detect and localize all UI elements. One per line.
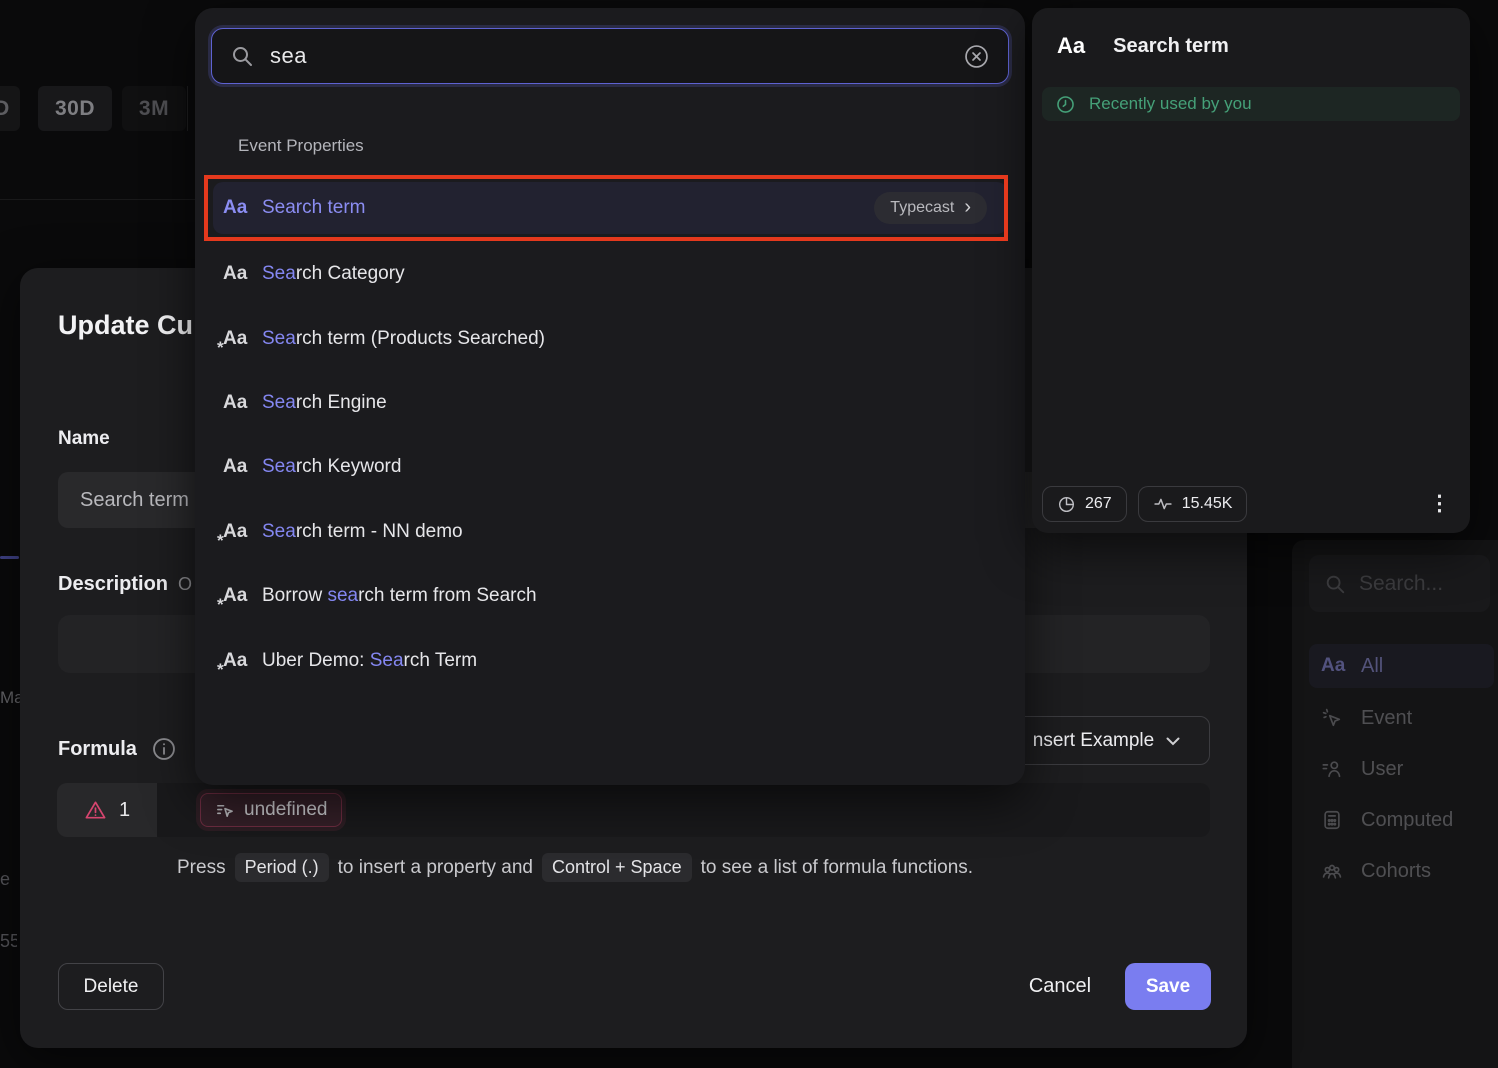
calculator-icon [1321, 809, 1345, 831]
pulse-icon [1153, 494, 1173, 514]
time-range-tab-partial[interactable]: D [0, 86, 20, 131]
event-cursor-icon [1321, 707, 1345, 729]
search-icon [1324, 573, 1346, 595]
property-label: Search term (Products Searched) [262, 328, 545, 350]
chart-line-fragment [0, 556, 19, 559]
sidebar-item-event[interactable]: Event [1309, 696, 1494, 740]
formula-label: Formula [58, 738, 137, 761]
info-icon[interactable] [151, 736, 177, 762]
sidebar-search-placeholder: Search... [1359, 572, 1443, 596]
custom-text-property-icon: Aa* [223, 521, 252, 543]
user-icon [1321, 758, 1345, 780]
property-row-uber-demo-search-term[interactable]: Aa* Uber Demo: Search Term [213, 638, 1007, 684]
formula-editor[interactable]: undefined [157, 783, 1210, 837]
chevron-down-icon [1166, 737, 1180, 746]
property-type-sidebar: Search... Aa All Event User [1292, 540, 1498, 1068]
text-property-icon: Aa [1057, 33, 1085, 59]
volume-stat[interactable]: 15.45K [1138, 486, 1248, 522]
property-label: Search Keyword [262, 456, 401, 478]
insert-example-button[interactable]: nsert Example [1003, 716, 1210, 765]
formula-token-icon [215, 801, 234, 820]
recently-used-badge: Recently used by you [1042, 87, 1460, 121]
property-row-search-engine[interactable]: Aa* Search Engine [213, 380, 1007, 426]
cohorts-icon [1321, 860, 1345, 882]
sidebar-item-computed[interactable]: Computed [1309, 798, 1494, 842]
pie-chart-icon [1057, 495, 1076, 514]
section-label-event-properties: Event Properties [238, 136, 364, 156]
description-optional-hint: O [178, 574, 192, 594]
property-row-search-keyword[interactable]: Aa* Search Keyword [213, 444, 1007, 490]
sidebar-item-all[interactable]: Aa All [1309, 644, 1494, 688]
custom-text-property-icon: Aa* [223, 650, 252, 672]
custom-text-property-icon: Aa* [223, 328, 252, 350]
typecast-button[interactable]: Typecast › [874, 192, 987, 224]
property-label: Search term [262, 197, 365, 219]
sidebar-item-cohorts[interactable]: Cohorts [1309, 849, 1494, 893]
property-search-input[interactable] [270, 43, 947, 69]
formula-label-row: Formula [58, 736, 177, 762]
search-icon [230, 44, 254, 68]
property-label: Search Category [262, 263, 405, 285]
property-details-panel: Aa Search term Recently used by you 267 … [1032, 8, 1470, 533]
property-label: Search Engine [262, 392, 387, 414]
chevron-right-icon: › [964, 197, 971, 217]
property-row-search-term[interactable]: Aa* Search term Typecast › [213, 182, 1007, 234]
name-label: Name [58, 428, 110, 450]
formula-error-count: 1 [57, 783, 157, 837]
details-header: Aa Search term [1057, 33, 1229, 59]
kebab-menu-icon[interactable]: ⋮ [1429, 494, 1450, 514]
clear-search-icon[interactable] [963, 43, 990, 70]
time-range-tab-3m[interactable]: 3M [122, 86, 186, 131]
sidebar-item-user[interactable]: User [1309, 747, 1494, 791]
kbd-control-space: Control + Space [542, 853, 692, 882]
save-button[interactable]: Save [1125, 963, 1211, 1010]
custom-text-property-icon: Aa* [223, 585, 252, 607]
description-label: DescriptionO [58, 573, 192, 596]
property-row-search-term-nn-demo[interactable]: Aa* Search term - NN demo [213, 509, 1007, 555]
property-row-search-category[interactable]: Aa* Search Category [213, 251, 1007, 297]
axis-label-fragment: e [0, 869, 14, 890]
sidebar-search-input[interactable]: Search... [1309, 555, 1490, 612]
property-row-borrow-search-term[interactable]: Aa* Borrow search term from Search [213, 573, 1007, 619]
name-field-value: Search term [80, 489, 189, 512]
property-row-search-term-products-searched[interactable]: Aa* Search term (Products Searched) [213, 316, 1007, 362]
property-label: Search term - NN demo [262, 521, 463, 543]
kbd-period: Period (.) [235, 853, 329, 882]
cancel-button[interactable]: Cancel [1010, 963, 1110, 1010]
text-property-icon: Aa* [223, 392, 252, 414]
cardinality-stat[interactable]: 267 [1042, 486, 1127, 522]
property-search-field[interactable] [211, 28, 1009, 84]
property-label: Uber Demo: Search Term [262, 650, 477, 672]
axis-label-fragment: May [0, 688, 20, 708]
clock-icon [1055, 94, 1076, 115]
text-property-icon: Aa* [223, 456, 252, 478]
text-property-icon: Aa* [223, 263, 252, 285]
divider [187, 86, 188, 131]
details-title: Search term [1113, 35, 1229, 58]
property-search-dropdown: Event Properties Aa* Search term Typecas… [195, 8, 1025, 785]
axis-label-fragment: 55 [0, 931, 17, 952]
text-property-icon: Aa [1321, 655, 1345, 677]
modal-title: Update Cu [58, 310, 193, 341]
details-footer: 267 15.45K ⋮ [1042, 486, 1450, 522]
delete-button[interactable]: Delete [58, 963, 164, 1010]
formula-token-undefined[interactable]: undefined [200, 793, 342, 827]
warning-icon [84, 799, 107, 822]
property-label: Borrow search term from Search [262, 585, 537, 607]
app-screen: D 30D 3M May e 55 Search... Aa All Event [0, 0, 1498, 1068]
time-range-tab-30d[interactable]: 30D [38, 86, 112, 131]
text-property-icon: Aa* [223, 197, 252, 219]
formula-hint: Press Period (.) to insert a property an… [177, 853, 973, 882]
divider [0, 199, 195, 200]
